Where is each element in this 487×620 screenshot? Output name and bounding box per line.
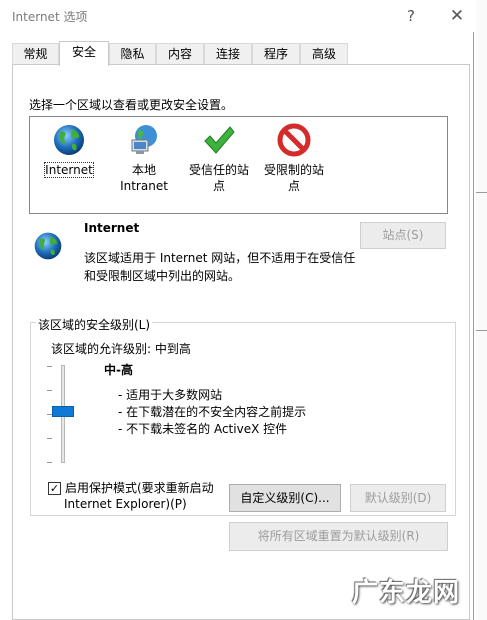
tab-strip: 常规 安全 隐私 内容 连接 程序 高级 <box>12 41 472 66</box>
green-checkmark-icon <box>204 126 235 154</box>
watermark: 广东龙网 <box>352 578 461 608</box>
title-bar: Internet 选项 ? ✕ <box>0 0 474 32</box>
zone-trusted-label-1: 受信任的站 <box>188 163 249 177</box>
security-level-slider-thumb[interactable] <box>52 406 74 417</box>
security-level-group-title: 该区域的安全级别(L) <box>36 316 153 333</box>
protected-mode-label[interactable]: 启用保护模式(要求重新启动 <box>65 479 214 496</box>
security-level-name: 中-高 <box>104 363 133 377</box>
tab-programs[interactable]: 程序 <box>252 43 300 65</box>
level-description-item: - 在下载潜在的不安全内容之前提示 <box>118 405 307 419</box>
sites-button[interactable]: 站点(S) <box>360 222 446 249</box>
allowed-level-label: 该区域的允许级别: 中到高 <box>51 342 191 356</box>
zone-internet[interactable]: Internet <box>32 122 106 178</box>
close-button[interactable]: ✕ <box>442 2 472 30</box>
zone-restricted-label-1: 受限制的站 <box>263 163 324 177</box>
globe-icon <box>54 125 84 155</box>
zone-trusted-sites[interactable]: 受信任的站 点 <box>182 122 256 194</box>
slider-tick <box>47 390 52 391</box>
background-window-edge <box>476 0 487 620</box>
background-divider <box>476 192 487 193</box>
tab-advanced[interactable]: 高级 <box>300 43 348 65</box>
zone-info-description: 该区域适用于 Internet 网站，但不适用于在受信任和受限制区域中列出的网站… <box>84 251 356 283</box>
background-divider <box>476 330 487 331</box>
zone-local-intranet[interactable]: 本地 Intranet <box>107 122 181 194</box>
level-description-item: - 适用于大多数网站 <box>118 388 223 402</box>
slider-tick <box>47 438 52 439</box>
level-description-item: - 不下载未签名的 ActiveX 控件 <box>118 422 288 436</box>
window-title: Internet 选项 <box>12 10 88 24</box>
globe-icon <box>34 232 62 260</box>
zone-trusted-label-2: 点 <box>212 179 225 193</box>
zone-restricted-sites[interactable]: 受限制的站 点 <box>257 122 331 194</box>
select-zone-label: 选择一个区域以查看或更改安全设置。 <box>29 98 234 112</box>
red-prohibited-icon <box>277 123 311 157</box>
custom-level-button[interactable]: 自定义级别(C)... <box>229 484 341 512</box>
help-button[interactable]: ? <box>396 2 426 30</box>
reset-all-zones-button[interactable]: 将所有区域重置为默认级别(R) <box>229 522 448 551</box>
internet-options-dialog: Internet 选项 ? ✕ 常规 安全 隐私 内容 连接 程序 高级 选择一… <box>0 0 474 620</box>
zone-intranet-label-2: Intranet <box>120 179 168 193</box>
slider-tick <box>47 366 52 367</box>
tab-general[interactable]: 常规 <box>12 43 59 65</box>
protected-mode-label-line2[interactable]: Internet Explorer)(P) <box>64 497 187 511</box>
tab-security[interactable]: 安全 <box>59 41 109 66</box>
intranet-icon <box>131 125 157 154</box>
zone-info-title: Internet <box>84 221 140 235</box>
zone-intranet-label-1: 本地 <box>131 163 156 177</box>
protected-mode-checkbox[interactable]: ✓ <box>48 482 61 495</box>
tab-privacy[interactable]: 隐私 <box>109 43 156 65</box>
tab-connections[interactable]: 连接 <box>204 43 252 65</box>
zone-restricted-label-2: 点 <box>287 179 300 193</box>
slider-tick <box>47 462 52 463</box>
default-level-button[interactable]: 默认级别(D) <box>350 484 446 512</box>
zone-internet-label: Internet <box>44 162 94 178</box>
tab-content[interactable]: 内容 <box>156 43 204 65</box>
